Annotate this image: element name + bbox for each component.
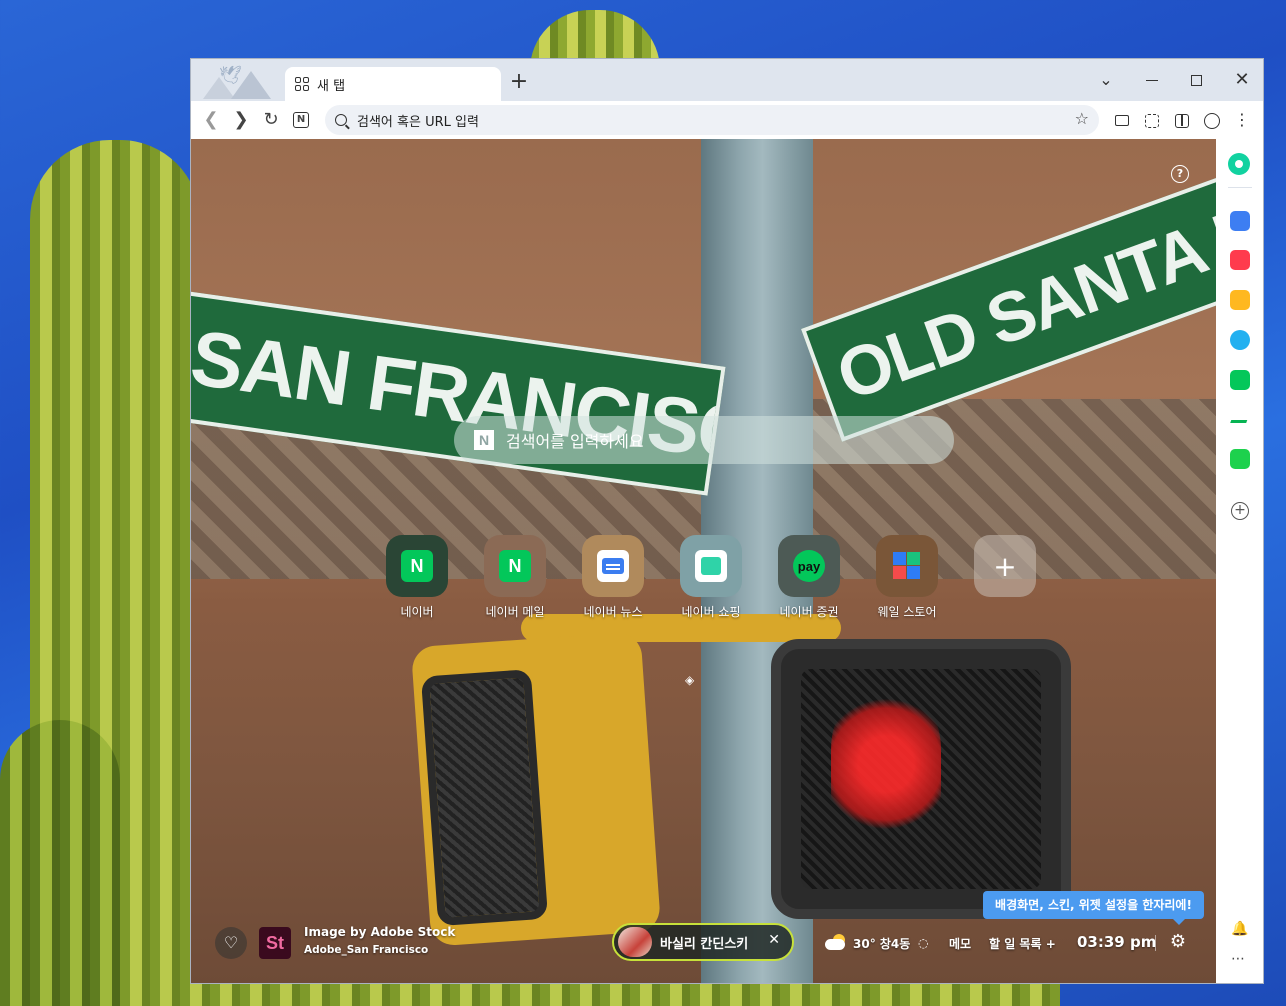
whale-store-icon bbox=[893, 552, 921, 580]
shortcut-naver-news[interactable]: 네이버 뉴스 bbox=[573, 535, 653, 620]
bird-icon: 🕊 bbox=[219, 65, 242, 86]
new-tab-button[interactable]: + bbox=[507, 71, 531, 95]
sidebar-translate-icon[interactable] bbox=[1230, 330, 1250, 350]
news-icon bbox=[602, 558, 624, 574]
address-bar[interactable]: 검색어 혹은 URL 입력 ☆ bbox=[325, 105, 1099, 135]
grid-icon bbox=[295, 77, 309, 91]
promo-thumbnail bbox=[618, 927, 652, 957]
tab-new-tab[interactable]: 새 탭 bbox=[285, 67, 501, 101]
add-shortcut-button[interactable]: + bbox=[965, 535, 1045, 597]
sidebar-webtoon-icon[interactable] bbox=[1230, 449, 1250, 469]
weather-widget[interactable]: 30° 창4동 bbox=[853, 935, 910, 952]
memo-widget[interactable]: 메모 bbox=[949, 935, 971, 952]
shortcut-label: 네이버 뉴스 bbox=[583, 605, 643, 619]
profile-icon bbox=[1204, 112, 1220, 129]
tab-search-chevron-icon[interactable]: ⌄ bbox=[1091, 65, 1121, 95]
background-signal-right bbox=[771, 639, 1071, 919]
forward-button[interactable]: ❯ bbox=[227, 106, 255, 134]
shortcut-label: 네이버 증권 bbox=[779, 605, 839, 619]
sidebar-more-icon[interactable]: ⋯ bbox=[1231, 951, 1245, 967]
sidebar-add-icon[interactable]: + bbox=[1231, 502, 1249, 520]
search-icon bbox=[335, 114, 347, 126]
wallpaper-cactus-arm bbox=[0, 720, 120, 1006]
capture-icon bbox=[1145, 113, 1159, 128]
settings-tooltip: 배경화면, 스킨, 위젯 설정을 한자리에! bbox=[983, 891, 1204, 925]
sidebar-bookmark-star-icon[interactable] bbox=[1230, 290, 1250, 310]
promo-text: 바실리 칸딘스키 bbox=[660, 936, 749, 952]
naver-logo-icon: N bbox=[474, 430, 494, 450]
promo-pill[interactable]: 바실리 칸딘스키 ✕ bbox=[612, 923, 794, 961]
sidebar-naver-app-icon[interactable] bbox=[1230, 370, 1250, 390]
profile-button[interactable] bbox=[1198, 106, 1226, 134]
background-signal-left bbox=[410, 631, 662, 947]
right-sidebar: + 🔔 ⋯ bbox=[1216, 139, 1263, 983]
maximize-button[interactable] bbox=[1181, 65, 1211, 95]
close-window-button[interactable]: ✕ bbox=[1227, 65, 1257, 95]
split-view-button[interactable] bbox=[1168, 106, 1196, 134]
split-view-icon bbox=[1175, 113, 1189, 128]
search-placeholder: 검색어를 입력하세요 bbox=[506, 432, 644, 451]
toolbar: ❮ ❯ ↻ N 검색어 혹은 URL 입력 ☆ ⋮ bbox=[191, 101, 1263, 139]
naver-mail-icon: N bbox=[499, 550, 531, 582]
todo-widget[interactable]: 할 일 목록 + bbox=[989, 935, 1056, 952]
new-tab-page: SAN FRANCISCO ST OLD SANTA FE TRAIL ? N … bbox=[191, 139, 1216, 983]
naver-n-icon: N bbox=[293, 112, 309, 128]
shortcut-whale-store[interactable]: 웨일 스토어 bbox=[867, 535, 947, 620]
shortcut-label: 네이버 메일 bbox=[485, 605, 545, 619]
back-button[interactable]: ❮ bbox=[197, 106, 225, 134]
shortcut-label: 네이버 bbox=[400, 605, 434, 619]
shortcut-label: 웨일 스토어 bbox=[877, 605, 937, 619]
shortcut-label: 네이버 쇼핑 bbox=[681, 605, 741, 619]
layers-icon[interactable]: ◈ bbox=[685, 673, 699, 687]
naver-icon: N bbox=[401, 550, 433, 582]
menu-button[interactable]: ⋮ bbox=[1228, 106, 1256, 134]
sidebar-stock-chart-icon[interactable] bbox=[1230, 409, 1250, 429]
favorite-background-button[interactable]: ♡ bbox=[215, 927, 247, 959]
sidebar-divider bbox=[1228, 187, 1252, 188]
tab-strip: 🕊 새 탭 + ⌄ ✕ bbox=[191, 59, 1263, 101]
address-bar-placeholder: 검색어 혹은 URL 입력 bbox=[357, 114, 479, 130]
adobe-stock-logo: St bbox=[259, 927, 291, 959]
help-icon[interactable]: ? bbox=[1171, 165, 1189, 183]
shortcut-naver-stock[interactable]: pay 네이버 증권 bbox=[769, 535, 849, 620]
whale-space-icon[interactable] bbox=[1228, 153, 1250, 175]
shortcut-naver-shopping[interactable]: 네이버 쇼핑 bbox=[671, 535, 751, 620]
naver-home-button[interactable]: N bbox=[287, 106, 315, 134]
favorite-star-icon[interactable]: ☆ bbox=[1075, 109, 1089, 128]
tabstrip-decoration: 🕊 bbox=[195, 63, 285, 99]
pay-icon: pay bbox=[793, 550, 825, 582]
capture-toolbar-button[interactable] bbox=[1138, 106, 1166, 134]
plus-icon: + bbox=[993, 549, 1017, 583]
clock-widget: 03:39 pm bbox=[1077, 933, 1157, 951]
shopping-bag-icon bbox=[701, 557, 721, 575]
video-toolbar-button[interactable] bbox=[1108, 106, 1136, 134]
camera-icon bbox=[1115, 115, 1129, 126]
divider bbox=[1155, 935, 1156, 951]
image-title: Adobe_San Francisco bbox=[304, 944, 429, 956]
image-credit: Image by Adobe Stock bbox=[304, 925, 456, 939]
browser-window: 🕊 새 탭 + ⌄ ✕ ❮ ❯ ↻ N 검색어 혹은 URL 입력 ☆ ⋮ SA… bbox=[190, 58, 1264, 984]
tab-title: 새 탭 bbox=[317, 78, 346, 94]
notification-bell-icon[interactable]: 🔔 bbox=[1231, 921, 1248, 937]
search-box[interactable]: N 검색어를 입력하세요 bbox=[454, 416, 954, 464]
close-icon[interactable]: ✕ bbox=[768, 932, 780, 948]
minimize-button[interactable] bbox=[1137, 65, 1167, 95]
settings-gear-icon[interactable]: ⚙ bbox=[1167, 931, 1189, 953]
shortcut-grid: N 네이버 N 네이버 메일 네이버 뉴스 네이버 쇼핑 pay 네이버 증권 bbox=[377, 535, 1037, 625]
shortcut-naver[interactable]: N 네이버 bbox=[377, 535, 457, 620]
sidebar-toolbox-icon[interactable] bbox=[1230, 211, 1250, 231]
weather-partly-cloudy-icon bbox=[825, 934, 847, 950]
location-refresh-icon[interactable]: ◌ bbox=[918, 936, 928, 950]
sidebar-pocket-icon[interactable] bbox=[1230, 250, 1250, 270]
shortcut-naver-mail[interactable]: N 네이버 메일 bbox=[475, 535, 555, 620]
reload-button[interactable]: ↻ bbox=[257, 106, 285, 134]
